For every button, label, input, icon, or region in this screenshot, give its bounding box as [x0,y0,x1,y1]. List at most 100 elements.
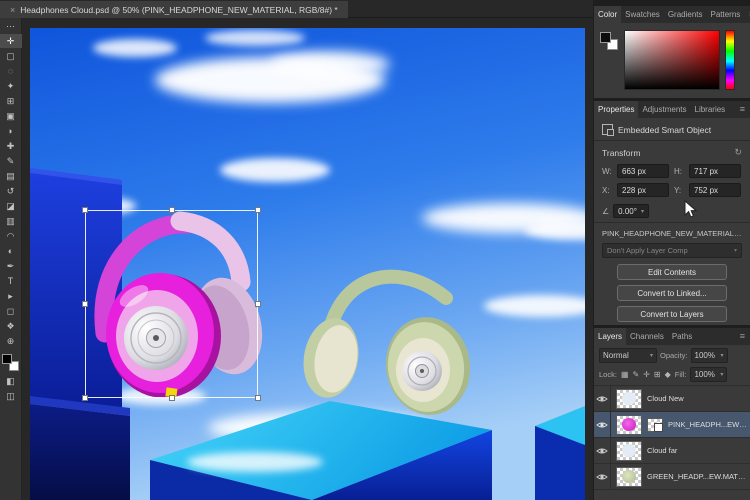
quick-mask-icon[interactable]: ◧ [0,374,22,388]
transform-selection-box[interactable] [85,210,258,398]
screen-mode-icon[interactable]: ◫ [0,389,22,403]
transform-handle[interactable] [82,395,88,401]
rotation-field[interactable]: 0.00° ▾ [613,204,649,218]
visibility-toggle[interactable] [594,464,611,489]
lock-position-icon[interactable]: ✛ [643,370,650,379]
transform-handle[interactable] [169,395,175,401]
opacity-select[interactable]: 100% ▾ [691,348,728,363]
tab-properties[interactable]: Properties [594,101,638,118]
transform-handle[interactable] [255,395,261,401]
blend-mode-select[interactable]: Normal ▾ [599,348,657,363]
shape-tool[interactable]: ◻ [0,304,22,318]
blend-mode-value: Normal [603,351,629,360]
foreground-background-swatches[interactable] [2,354,19,371]
gradient-tool[interactable]: ▥ [0,214,22,228]
layer-row[interactable]: Cloud New [594,386,750,412]
document-tab-bar: × Headphones Cloud.psd @ 50% (PINK_HEADP… [0,0,593,18]
panel-menu-icon[interactable]: ≡ [744,6,750,23]
lock-pixels-icon[interactable]: ✎ [633,370,640,379]
tab-channels[interactable]: Channels [626,328,668,345]
foreground-color-swatch[interactable] [2,354,12,364]
width-field[interactable]: 663 px [617,164,669,178]
layer-thumbnail[interactable] [616,389,642,409]
tab-gradients[interactable]: Gradients [664,6,707,23]
visibility-toggle[interactable] [594,412,611,437]
brush-tool[interactable]: ✎ [0,154,22,168]
eraser-tool[interactable]: ◪ [0,199,22,213]
visibility-toggle[interactable] [594,386,611,411]
type-tool[interactable]: T [0,274,22,288]
lock-all-icon[interactable]: ◆ [665,370,671,379]
layer-comp-select[interactable]: Don't Apply Layer Comp ▾ [602,243,742,258]
move-tool[interactable]: ✛ [0,34,22,48]
history-brush-tool[interactable]: ↺ [0,184,22,198]
y-field[interactable]: 752 px [689,183,741,197]
color-fg-bg-swatches[interactable] [600,32,618,50]
crop-tool[interactable]: ⊞ [0,94,22,108]
tab-color[interactable]: Color [594,6,621,23]
lock-transparency-icon[interactable]: ▦ [621,370,629,379]
zoom-tool[interactable]: ⊕ [0,334,22,348]
color-panel: Color Swatches Gradients Patterns ≡ [594,6,750,98]
transform-handle[interactable] [82,301,88,307]
layer-row[interactable]: Cloud far [594,438,750,464]
reset-transform-icon[interactable]: ↻ [734,147,742,158]
transform-fields: W: 663 px H: 717 px X: 228 px Y: 752 px [594,162,750,199]
transform-handle[interactable] [82,207,88,213]
transform-handle[interactable] [255,207,261,213]
layer-thumbnail[interactable] [616,441,642,461]
tab-paths[interactable]: Paths [668,328,696,345]
tab-libraries[interactable]: Libraries [691,101,730,118]
fill-value: 100% [694,370,714,379]
saturation-picker[interactable] [624,30,720,90]
convert-to-linked-button[interactable]: Convert to Linked... [617,285,727,301]
fill-select[interactable]: 100% ▾ [690,367,727,382]
angle-icon: ∠ [602,207,609,216]
lasso-tool[interactable]: ◌ [0,64,22,78]
document-tab[interactable]: × Headphones Cloud.psd @ 50% (PINK_HEADP… [0,1,348,19]
hue-slider[interactable] [725,30,735,90]
tab-patterns[interactable]: Patterns [707,6,745,23]
hand-tool[interactable]: ❖ [0,319,22,333]
layer-row-selected[interactable]: PINK_HEADPH...EW_MATERIAL [594,412,750,438]
rotation-row: ∠ 0.00° ▾ [594,199,750,222]
layer-name[interactable]: GREEN_HEADP...EW.MATERIAL [647,472,750,481]
eyedropper-tool[interactable]: ◗ [0,124,22,138]
lock-artboard-icon[interactable]: ⊞ [654,370,661,379]
transform-handle[interactable] [255,301,261,307]
blend-mode-row: Normal ▾ Opacity: 100% ▾ [594,345,750,365]
layer-name[interactable]: Cloud New [647,394,750,403]
layer-thumbnail[interactable] [616,467,642,487]
tab-layers[interactable]: Layers [594,328,626,345]
tab-swatches[interactable]: Swatches [621,6,664,23]
convert-to-layers-button[interactable]: Convert to Layers [617,306,727,322]
pen-tool[interactable]: ✒ [0,259,22,273]
tab-adjustments[interactable]: Adjustments [638,101,690,118]
layer-name[interactable]: PINK_HEADPH...EW_MATERIAL [668,420,750,429]
close-tab-icon[interactable]: × [10,5,15,15]
dodge-tool[interactable]: ◐ [0,244,22,258]
x-field[interactable]: 228 px [617,183,669,197]
blur-tool[interactable]: ◠ [0,229,22,243]
height-field[interactable]: 717 px [689,164,741,178]
opacity-value: 100% [695,351,715,360]
panel-menu-icon[interactable]: ≡ [735,328,750,345]
foreground-color-swatch[interactable] [600,32,611,43]
visibility-toggle[interactable] [594,438,611,463]
marquee-tool[interactable]: ▢ [0,49,22,63]
frame-tool[interactable]: ▣ [0,109,22,123]
panel-menu-icon[interactable]: ≡ [735,101,750,118]
edit-contents-button[interactable]: Edit Contents [617,264,727,280]
healing-brush-tool[interactable]: ✚ [0,139,22,153]
height-label: H: [674,167,684,176]
quick-selection-tool[interactable]: ✦ [0,79,22,93]
layer-list: Cloud New PINK_HEADPH...EW_MATERIAL Clou… [594,386,750,490]
layer-thumbnail[interactable] [616,415,642,435]
clone-stamp-tool[interactable]: ▤ [0,169,22,183]
toolbar-overflow-icon[interactable]: ⋯ [0,19,22,33]
transform-handle[interactable] [169,207,175,213]
layer-row[interactable]: GREEN_HEADP...EW.MATERIAL [594,464,750,490]
document-canvas[interactable] [30,28,585,500]
layer-name[interactable]: Cloud far [647,446,750,455]
path-selection-tool[interactable]: ▸ [0,289,22,303]
